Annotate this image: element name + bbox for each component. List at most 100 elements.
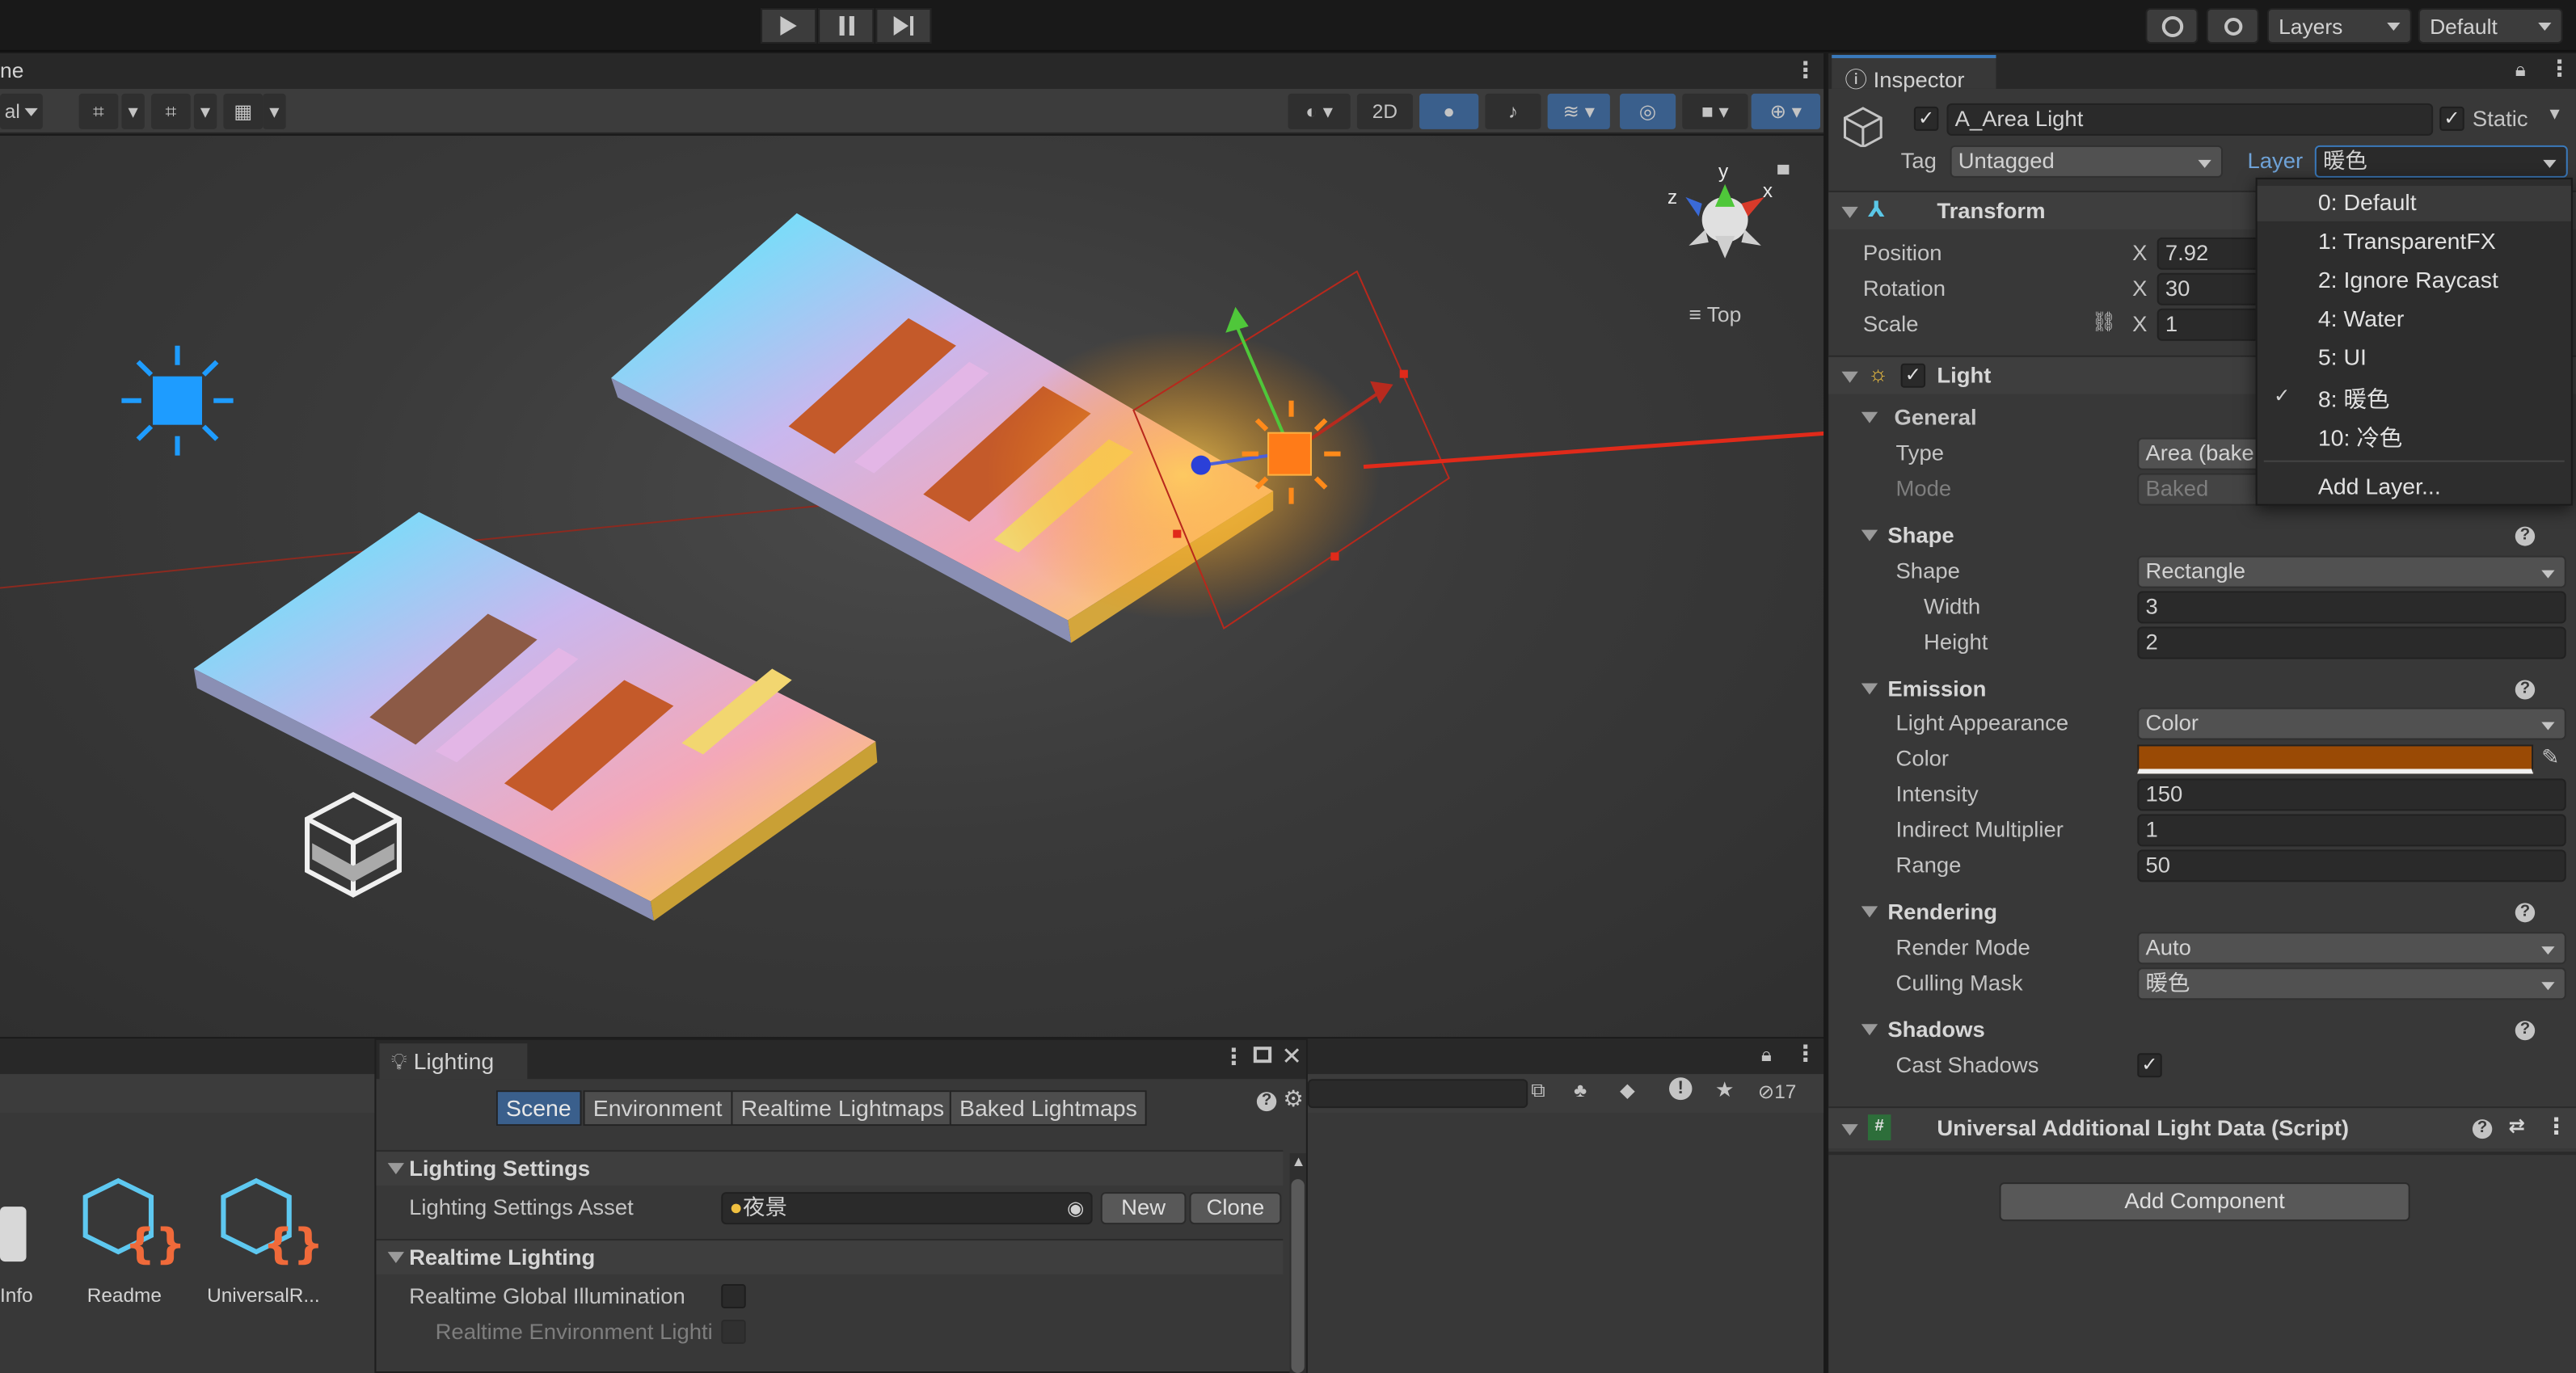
shadows-foldout[interactable]: Shadows ?: [1828, 1013, 2576, 1048]
width-field[interactable]: 3: [2137, 591, 2566, 624]
help-icon[interactable]: ?: [2515, 680, 2536, 700]
lighting-asset-field[interactable]: ●夜景 ◉: [721, 1192, 1093, 1225]
scrollbar[interactable]: ▲: [1289, 1153, 1306, 1373]
inspector-tab[interactable]: ⓘ Inspector: [1832, 54, 1996, 92]
maximize-icon[interactable]: [1253, 1047, 1272, 1063]
realtime-lighting-header[interactable]: Realtime Lighting: [376, 1239, 1284, 1275]
favorite-star-icon[interactable]: ★: [1715, 1077, 1735, 1103]
hidden-objects-icon[interactable]: ◎: [1620, 93, 1676, 129]
help-icon[interactable]: ?: [2472, 1119, 2493, 1139]
audio-toggle-icon[interactable]: ♪: [1485, 93, 1541, 129]
chevron-down-icon[interactable]: ▾: [193, 93, 217, 129]
scale-x-field[interactable]: 1: [2157, 308, 2272, 341]
grid-visibility-icon[interactable]: ▦: [223, 93, 264, 129]
tag-icon[interactable]: ◆: [1620, 1079, 1635, 1101]
layers-dropdown[interactable]: Layers: [2266, 7, 2412, 44]
gizmos-toggle-icon[interactable]: ⊕ ▾: [1751, 93, 1821, 129]
universalr-asset-icon[interactable]: {}: [213, 1177, 323, 1274]
help-icon[interactable]: ?: [1256, 1092, 1277, 1112]
realtime-gi-checkbox[interactable]: [721, 1284, 746, 1309]
clone-button[interactable]: Clone: [1189, 1192, 1282, 1225]
script-component-header[interactable]: # Universal Additional Light Data (Scrip…: [1828, 1106, 2576, 1149]
new-button[interactable]: New: [1100, 1192, 1187, 1225]
lighting-toggle-icon[interactable]: ●: [1419, 93, 1479, 129]
more-menu-icon[interactable]: ⋮: [1222, 1043, 1245, 1071]
readme-asset-icon[interactable]: {}: [75, 1177, 186, 1274]
search-by-label-icon[interactable]: ♣: [1574, 1079, 1587, 1101]
scene-tab[interactable]: ne: [0, 58, 23, 82]
active-checkbox[interactable]: ✓: [1913, 106, 1939, 131]
rotation-x-field[interactable]: 30: [2157, 272, 2272, 305]
presets-icon[interactable]: ⇄: [2509, 1114, 2525, 1137]
grid-snap-icon[interactable]: ⌗: [78, 93, 119, 129]
layer-menu-item[interactable]: 10: 冷色: [2258, 419, 2571, 454]
culling-mask-dropdown[interactable]: 暖色: [2137, 967, 2566, 1000]
history-button[interactable]: [2145, 7, 2199, 44]
increment-snap-icon[interactable]: ⌗: [150, 93, 191, 129]
layer-menu-item[interactable]: 5: UI: [2258, 341, 2571, 377]
rendering-foldout[interactable]: Rendering ?: [1828, 895, 2576, 930]
view-name[interactable]: ≡ Top: [1689, 302, 1741, 326]
cast-shadows-checkbox[interactable]: ✓: [2137, 1053, 2162, 1078]
tab-environment[interactable]: Environment: [583, 1090, 732, 1127]
help-icon[interactable]: ?: [2515, 526, 2536, 546]
chevron-down-icon[interactable]: ▾: [2549, 102, 2559, 124]
orientation-gizmo[interactable]: y x z: [1667, 161, 1790, 259]
more-menu-icon[interactable]: ⋮: [1794, 57, 1816, 84]
layer-menu-item[interactable]: ✓ 8: 暖色: [2258, 380, 2571, 415]
hidden-packages-icon[interactable]: ⊘17: [1758, 1080, 1797, 1103]
lock-icon[interactable]: 🔒︎: [1761, 1043, 1772, 1068]
scene-viewport[interactable]: y x z ≡ Top: [0, 135, 1824, 1038]
play-button[interactable]: [761, 7, 817, 44]
shape-foldout[interactable]: Shape ?: [1828, 519, 2576, 554]
add-component-button[interactable]: Add Component: [1999, 1182, 2410, 1222]
draw-mode-dropdown[interactable]: al: [0, 93, 43, 129]
static-checkbox[interactable]: ✓: [2439, 106, 2464, 131]
position-x-field[interactable]: 7.92: [2157, 237, 2272, 270]
shading-mode-icon[interactable]: ◐ ▾: [1288, 93, 1351, 129]
tab-scene[interactable]: Scene: [495, 1090, 581, 1127]
info-asset-icon[interactable]: [0, 1207, 27, 1262]
scrollbar-thumb[interactable]: [1291, 1179, 1305, 1373]
project-search-input[interactable]: [1307, 1079, 1528, 1109]
layer-menu-item[interactable]: Add Layer...: [2258, 470, 2571, 506]
emission-foldout[interactable]: Emission ?: [1828, 672, 2576, 708]
layer-menu-item[interactable]: 0: Default: [2257, 185, 2571, 221]
layer-dropdown[interactable]: 暖色: [2314, 145, 2568, 178]
render-mode-dropdown[interactable]: Auto: [2137, 932, 2566, 965]
effects-toggle-icon[interactable]: ≋ ▾: [1547, 93, 1610, 129]
indirect-multiplier-field[interactable]: 1: [2137, 814, 2566, 847]
layout-dropdown[interactable]: Default: [2418, 7, 2563, 44]
2d-toggle[interactable]: 2D: [1356, 93, 1413, 129]
intensity-field[interactable]: 150: [2137, 778, 2566, 811]
object-picker-icon[interactable]: ◉: [1067, 1194, 1084, 1223]
gear-icon[interactable]: ⚙: [1283, 1085, 1304, 1113]
chevron-down-icon[interactable]: ▾: [263, 93, 286, 129]
tab-realtime-lightmaps[interactable]: Realtime Lightmaps: [731, 1090, 955, 1127]
range-field[interactable]: 50: [2137, 849, 2566, 882]
scroll-up-icon[interactable]: ▲: [1292, 1153, 1306, 1169]
close-icon[interactable]: ✕: [1281, 1042, 1302, 1071]
lighting-settings-header[interactable]: Lighting Settings: [376, 1150, 1284, 1186]
tab-baked-lightmaps[interactable]: Baked Lightmaps: [949, 1090, 1148, 1127]
lighting-tab[interactable]: 💡︎ Lighting: [379, 1043, 528, 1080]
eyedropper-icon[interactable]: ✎: [2541, 744, 2559, 770]
help-icon[interactable]: ?: [2515, 903, 2536, 923]
pause-button[interactable]: [818, 7, 875, 44]
type-dropdown[interactable]: Area (bake: [2137, 437, 2272, 470]
more-menu-icon[interactable]: ⋮: [2544, 1113, 2567, 1140]
step-button[interactable]: [875, 7, 932, 44]
height-field[interactable]: 2: [2137, 626, 2566, 659]
more-menu-icon[interactable]: ⋮: [2548, 55, 2570, 82]
layer-menu-item[interactable]: 4: Water: [2258, 302, 2571, 338]
lock-icon[interactable]: 🔒︎: [2515, 58, 2526, 82]
object-name-field[interactable]: A_Area Light: [1946, 103, 2434, 136]
light-enabled-checkbox[interactable]: ✓: [1900, 363, 1926, 388]
search-by-type-icon[interactable]: ⧉: [1531, 1079, 1545, 1103]
color-swatch[interactable]: [2137, 744, 2534, 774]
camera-settings-icon[interactable]: ■ ▾: [1682, 93, 1748, 129]
warning-icon[interactable]: !: [1669, 1077, 1693, 1101]
more-menu-icon[interactable]: ⋮: [1794, 1040, 1816, 1068]
chevron-down-icon[interactable]: ▾: [121, 93, 145, 129]
help-icon[interactable]: ?: [2515, 1021, 2536, 1041]
